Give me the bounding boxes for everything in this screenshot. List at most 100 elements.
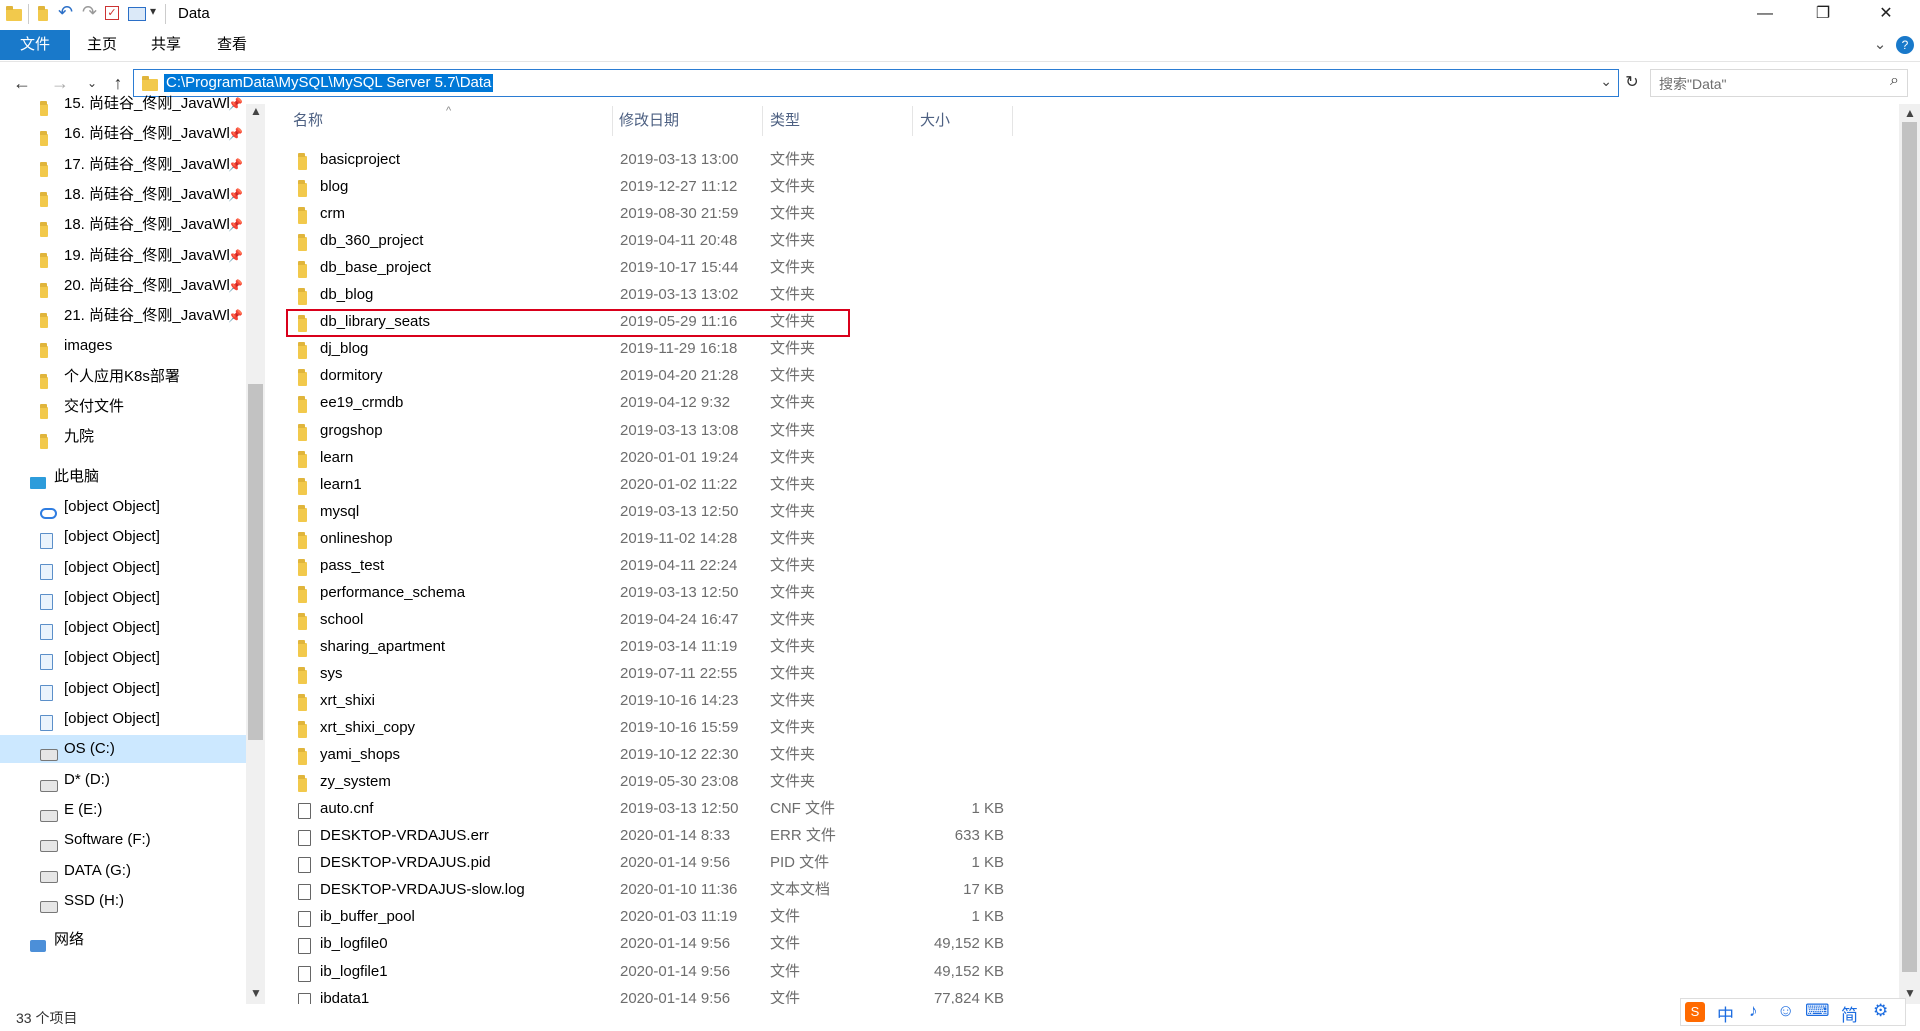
folder-row[interactable]: sys 2019-07-11 22:55 文件夹 (288, 660, 1012, 687)
folder-row[interactable]: performance_schema 2019-03-13 12:50 文件夹 (288, 579, 1012, 606)
nav-item-drive[interactable]: DATA (G:) (0, 857, 250, 885)
ime-toolbar[interactable]: S 中 ♪ ☺ ⌨ 简 ⚙ (1680, 998, 1906, 1026)
help-icon[interactable]: ? (1896, 36, 1914, 54)
column-name-header[interactable]: 名称 (293, 104, 323, 138)
nav-item-download[interactable]: [object Object] (0, 644, 250, 672)
folder-row[interactable]: learn1 2020-01-02 11:22 文件夹 (288, 471, 1012, 498)
tab-file[interactable]: 文件 (0, 30, 70, 60)
folder-row[interactable]: learn 2020-01-01 19:24 文件夹 (288, 444, 1012, 471)
nav-item-folder[interactable]: 九院 (0, 423, 250, 451)
folder-row[interactable]: xrt_shixi 2019-10-16 14:23 文件夹 (288, 687, 1012, 714)
folder-row[interactable]: dj_blog 2019-11-29 16:18 文件夹 (288, 335, 1012, 362)
nav-item-drive[interactable]: SSD (H:) (0, 887, 250, 915)
nav-item-drive[interactable]: Software (F:) (0, 826, 250, 854)
folder-row[interactable]: xrt_shixi_copy 2019-10-16 15:59 文件夹 (288, 714, 1012, 741)
address-dropdown-icon[interactable]: ⌄ (1600, 73, 1612, 90)
folder-row[interactable]: zy_system 2019-05-30 23:08 文件夹 (288, 768, 1012, 795)
customize-quickaccess-icon[interactable]: ▾ (150, 4, 156, 21)
file-row[interactable]: ib_buffer_pool 2020-01-03 11:19 文件 1 KB (288, 903, 1012, 930)
minimize-button[interactable]: — (1736, 0, 1794, 30)
nav-item-cloud[interactable]: [object Object] (0, 493, 250, 521)
simplified-icon[interactable]: 简 (1841, 1001, 1858, 1026)
address-bar[interactable]: C:\ProgramData\MySQL\MySQL Server 5.7\Da… (133, 69, 1619, 97)
file-row[interactable]: DESKTOP-VRDAJUS.err 2020-01-14 8:33 ERR 文件… (288, 822, 1012, 849)
file-row[interactable]: DESKTOP-VRDAJUS.pid 2020-01-14 9:56 PID 文件… (288, 849, 1012, 876)
nav-item-drive[interactable]: D* (D:) (0, 766, 250, 794)
folder-row[interactable]: basicproject 2019-03-13 13:00 文件夹 (288, 146, 1012, 173)
folder-row[interactable]: crm 2019-08-30 21:59 文件夹 (288, 200, 1012, 227)
nav-item-3d-objects[interactable]: [object Object] (0, 523, 250, 551)
nav-item-quick-access[interactable]: 19. 尚硅谷_佟刚_JavaWl 📌 (0, 242, 250, 270)
nav-item-network[interactable]: 网络 (0, 926, 250, 954)
column-separator[interactable] (762, 106, 763, 136)
nav-item-documents[interactable]: [object Object] (0, 614, 250, 642)
folder-row[interactable]: sharing_apartment 2019-03-14 11:19 文件夹 (288, 633, 1012, 660)
view-pane-icon[interactable] (128, 7, 146, 21)
folder-row[interactable]: db_360_project 2019-04-11 20:48 文件夹 (288, 227, 1012, 254)
column-type-header[interactable]: 类型 (770, 104, 800, 138)
chinese-mode-icon[interactable]: 中 (1717, 1001, 1734, 1026)
scroll-up-icon[interactable]: ▲ (250, 104, 262, 118)
column-separator[interactable] (612, 106, 613, 136)
nav-item-quick-access[interactable]: 16. 尚硅谷_佟刚_JavaWl 📌 (0, 120, 250, 148)
restore-button[interactable]: ❐ (1794, 0, 1852, 30)
folder-row[interactable]: db_blog 2019-03-13 13:02 文件夹 (288, 281, 1012, 308)
ime-settings-icon[interactable]: ⚙ (1873, 1001, 1888, 1021)
folder-row[interactable]: dormitory 2019-04-20 21:28 文件夹 (288, 362, 1012, 389)
properties-icon[interactable] (38, 6, 48, 25)
folder-row[interactable]: blog 2019-12-27 11:12 文件夹 (288, 173, 1012, 200)
nav-item-music[interactable]: [object Object] (0, 675, 250, 703)
column-date-header[interactable]: 修改日期 (619, 104, 679, 138)
folder-row[interactable]: db_base_project 2019-10-17 15:44 文件夹 (288, 254, 1012, 281)
nav-item-pictures[interactable]: [object Object] (0, 584, 250, 612)
nav-item-quick-access[interactable]: 18. 尚硅谷_佟刚_JavaWl 📌 (0, 181, 250, 209)
file-row[interactable]: ib_logfile1 2020-01-14 9:56 文件 49,152 KB (288, 958, 1012, 985)
file-list-scrollbar[interactable]: ▲ ▼ (1899, 104, 1920, 1004)
close-button[interactable]: ✕ (1857, 0, 1915, 30)
nav-item-desktop[interactable]: [object Object] (0, 705, 250, 733)
file-row[interactable]: DESKTOP-VRDAJUS-slow.log 2020-01-10 11:36… (288, 876, 1012, 903)
folder-row[interactable]: onlineshop 2019-11-02 14:28 文件夹 (288, 525, 1012, 552)
search-input[interactable]: 搜索"Data" ⌕ (1650, 69, 1908, 97)
nav-item-quick-access[interactable]: 20. 尚硅谷_佟刚_JavaWl 📌 (0, 272, 250, 300)
redo-icon[interactable]: ↷ (82, 2, 97, 22)
nav-item-folder[interactable]: 个人应用K8s部署 (0, 363, 250, 391)
nav-item-quick-access[interactable]: 18. 尚硅谷_佟刚_JavaWl 📌 (0, 211, 250, 239)
keyboard-icon[interactable]: ⌨ (1805, 1001, 1830, 1021)
nav-item-quick-access[interactable]: 17. 尚硅谷_佟刚_JavaWl 📌 (0, 151, 250, 179)
undo-icon[interactable]: ↶ (58, 2, 73, 22)
folder-row[interactable]: ee19_crmdb 2019-04-12 9:32 文件夹 (288, 389, 1012, 416)
nav-scroll-thumb[interactable] (248, 384, 263, 740)
tab-home[interactable]: 主页 (74, 30, 130, 60)
tab-view[interactable]: 查看 (204, 30, 260, 60)
folder-row[interactable]: school 2019-04-24 16:47 文件夹 (288, 606, 1012, 633)
punctuation-icon[interactable]: ♪ (1749, 1001, 1758, 1021)
nav-item-quick-access[interactable]: 15. 尚硅谷_佟刚_JavaWl 📌 (0, 90, 250, 118)
nav-item-quick-access[interactable]: 21. 尚硅谷_佟刚_JavaWl 📌 (0, 302, 250, 330)
nav-scrollbar[interactable]: ▲ ▼ (246, 104, 265, 1004)
folder-row[interactable]: mysql 2019-03-13 12:50 文件夹 (288, 498, 1012, 525)
folder-row[interactable]: grogshop 2019-03-13 13:08 文件夹 (288, 417, 1012, 444)
file-list-scroll-thumb[interactable] (1902, 122, 1917, 972)
nav-item-folder[interactable]: 交付文件 (0, 393, 250, 421)
folder-row[interactable]: pass_test 2019-04-11 22:24 文件夹 (288, 552, 1012, 579)
nav-item-drive[interactable]: OS (C:) (0, 735, 250, 764)
scroll-up-icon[interactable]: ▲ (1904, 106, 1916, 120)
nav-item-this-pc[interactable]: 此电脑 (0, 463, 250, 491)
ribbon-expand-icon[interactable]: ⌄ (1868, 30, 1892, 60)
column-separator[interactable] (1012, 106, 1013, 136)
nav-item-folder[interactable]: images (0, 332, 250, 360)
tab-share[interactable]: 共享 (138, 30, 194, 60)
nav-item-video[interactable]: [object Object] (0, 554, 250, 582)
folder-row[interactable]: yami_shops 2019-10-12 22:30 文件夹 (288, 741, 1012, 768)
file-row[interactable]: ib_logfile0 2020-01-14 9:56 文件 49,152 KB (288, 930, 1012, 957)
emoji-icon[interactable]: ☺ (1777, 1001, 1794, 1021)
search-icon[interactable]: ⌕ (1890, 72, 1899, 90)
nav-item-drive[interactable]: E (E:) (0, 796, 250, 824)
refresh-button[interactable]: ↻ (1620, 72, 1644, 94)
column-size-header[interactable]: 大小 (920, 104, 950, 138)
column-separator[interactable] (912, 106, 913, 136)
checkbox-icon[interactable]: ✓ (105, 6, 119, 20)
file-row[interactable]: auto.cnf 2019-03-13 12:50 CNF 文件 1 KB (288, 795, 1012, 822)
scroll-down-icon[interactable]: ▼ (250, 986, 262, 1000)
